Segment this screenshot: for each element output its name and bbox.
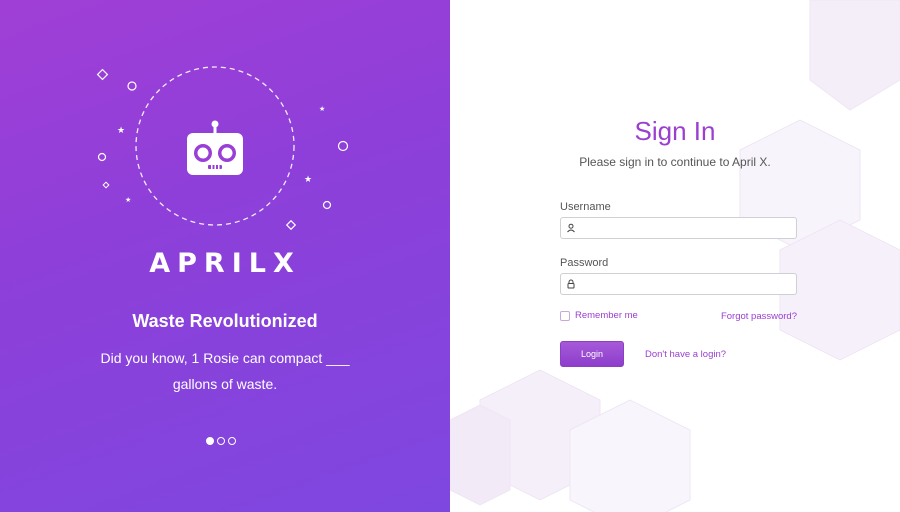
carousel-dot[interactable] — [206, 437, 214, 445]
svg-text:★: ★ — [319, 105, 325, 113]
login-button[interactable]: Login — [560, 341, 624, 367]
user-icon — [561, 218, 581, 238]
password-field[interactable] — [560, 273, 797, 295]
brand-emblem: ★ ★ ★ ★ — [96, 66, 349, 231]
username-input[interactable] — [581, 219, 796, 237]
robot-icon — [187, 120, 243, 175]
remember-me-label[interactable]: Remember me — [575, 310, 638, 321]
brand-fact: Did you know, 1 Rosie can compact ___ ga… — [100, 350, 350, 392]
carousel-dot[interactable] — [228, 437, 236, 445]
carousel-indicators — [206, 437, 236, 445]
password-label: Password — [560, 257, 609, 269]
svg-text:★: ★ — [125, 196, 131, 204]
username-label: Username — [560, 201, 611, 213]
signup-link[interactable]: Don't have a login? — [645, 349, 726, 360]
svg-text:★: ★ — [304, 174, 312, 184]
remember-me-checkbox[interactable] — [560, 310, 570, 321]
background-hexagon-pattern — [450, 0, 900, 512]
forgot-password-link[interactable]: Forgot password? — [721, 311, 797, 322]
password-input[interactable] — [581, 275, 796, 293]
brand-panel: ★ ★ ★ ★ APRILX Waste Revolutionized Did … — [0, 0, 450, 512]
svg-text:★: ★ — [117, 125, 125, 135]
brand-logo: APRILX — [149, 248, 301, 279]
login-panel: Sign In Please sign in to continue to Ap… — [450, 0, 900, 512]
remember-me[interactable]: Remember me — [560, 310, 638, 321]
page-subtitle: Please sign in to continue to April X. — [579, 155, 771, 169]
brand-tagline: Waste Revolutionized — [132, 311, 318, 331]
carousel-dot[interactable] — [217, 437, 225, 445]
page-title: Sign In — [634, 116, 716, 146]
lock-icon — [561, 274, 581, 294]
username-field[interactable] — [560, 217, 797, 239]
